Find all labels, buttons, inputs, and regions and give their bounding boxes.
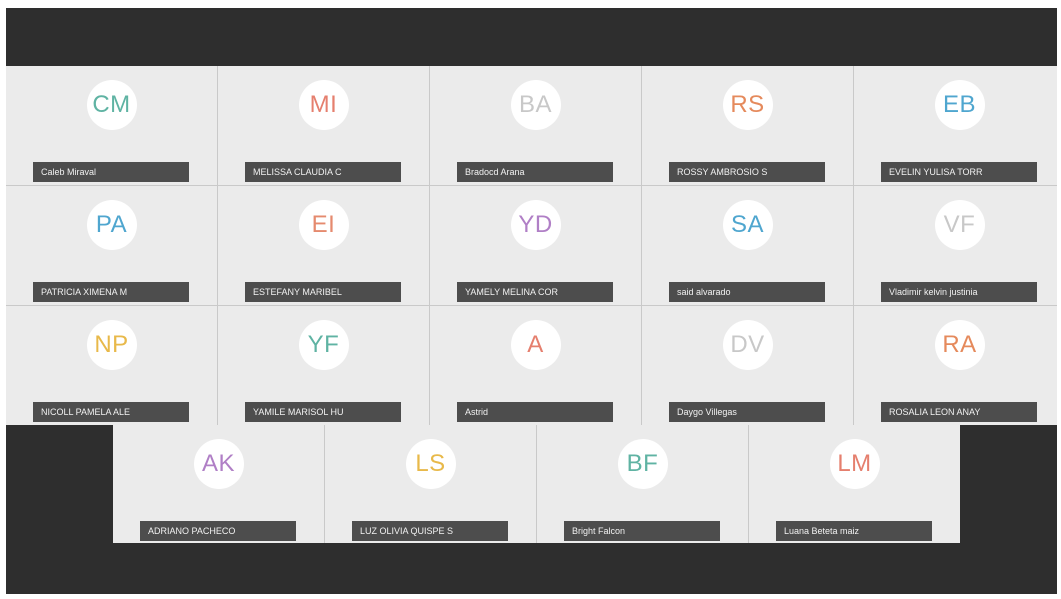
participant-tile[interactable]: BA Bradocd Arana [430, 66, 641, 185]
participant-tile[interactable]: A Astrid [430, 306, 641, 425]
participant-avatar: RA [934, 320, 985, 370]
participant-avatar: AK [193, 439, 244, 489]
participant-name-label: ROSSY AMBROSIO S [669, 162, 825, 182]
participant-avatar: LM [829, 439, 880, 489]
participant-tile[interactable]: YF YAMILE MARISOL HU [218, 306, 429, 425]
participant-tile[interactable]: EI ESTEFANY MARIBEL [218, 186, 429, 305]
participant-tile[interactable]: CM Caleb Miraval [6, 66, 217, 185]
participant-name-label: LUZ OLIVIA QUISPE S [352, 521, 508, 541]
participant-name-label: Bradocd Arana [457, 162, 613, 182]
participant-avatar: NP [86, 320, 137, 370]
participant-tile[interactable]: NP NICOLL PAMELA ALE [6, 306, 217, 425]
participant-name-label: YAMELY MELINA COR [457, 282, 613, 302]
participant-avatar: DV [722, 320, 773, 370]
participant-avatar: YD [510, 200, 561, 250]
participant-name-label: Daygo Villegas [669, 402, 825, 422]
participant-name-label: Caleb Miraval [33, 162, 189, 182]
participant-name-label: Luana Beteta maiz [776, 521, 932, 541]
participant-name-label: EVELIN YULISA TORR [881, 162, 1037, 182]
participant-tile[interactable]: PA PATRICIA XIMENA M [6, 186, 217, 305]
participant-avatar: EI [298, 200, 349, 250]
participant-name-label: Vladimir kelvin justinia [881, 282, 1037, 302]
participant-avatar: BA [510, 80, 561, 130]
participant-tile[interactable]: EB EVELIN YULISA TORR [854, 66, 1057, 185]
participant-name-label: Bright Falcon [564, 521, 720, 541]
participant-name-label: NICOLL PAMELA ALE [33, 402, 189, 422]
participant-tile[interactable]: SA said alvarado [642, 186, 853, 305]
participant-avatar: LS [405, 439, 456, 489]
participant-name-label: said alvarado [669, 282, 825, 302]
participant-avatar: SA [722, 200, 773, 250]
participant-tile[interactable]: RS ROSSY AMBROSIO S [642, 66, 853, 185]
participant-avatar: BF [617, 439, 668, 489]
participant-tile[interactable]: LM Luana Beteta maiz [749, 425, 960, 543]
participant-avatar: MI [298, 80, 349, 130]
participant-tile[interactable]: RA ROSALIA LEON ANAY [854, 306, 1057, 425]
participant-avatar: YF [298, 320, 349, 370]
participant-name-label: MELISSA CLAUDIA C [245, 162, 401, 182]
participant-tile[interactable]: AK ADRIANO PACHECO [113, 425, 324, 543]
participant-name-label: ROSALIA LEON ANAY [881, 402, 1037, 422]
participant-avatar: PA [86, 200, 137, 250]
participant-name-label: ESTEFANY MARIBEL [245, 282, 401, 302]
participant-name-label: ADRIANO PACHECO [140, 521, 296, 541]
participant-name-label: PATRICIA XIMENA M [33, 282, 189, 302]
participant-tile[interactable]: DV Daygo Villegas [642, 306, 853, 425]
participant-avatar: CM [86, 80, 137, 130]
participant-tile[interactable]: BF Bright Falcon [537, 425, 748, 543]
participant-avatar: A [510, 320, 561, 370]
participant-grid: CM Caleb Miraval MI MELISSA CLAUDIA C BA Brad… [6, 66, 1057, 425]
participant-avatar: EB [934, 80, 985, 130]
video-conference-stage: CM Caleb Miraval MI MELISSA CLAUDIA C BA Brad… [6, 8, 1057, 594]
participant-tile[interactable]: LS LUZ OLIVIA QUISPE S [325, 425, 536, 543]
participant-avatar: VF [934, 200, 985, 250]
participant-name-label: Astrid [457, 402, 613, 422]
participant-name-label: YAMILE MARISOL HU [245, 402, 401, 422]
participant-grid-last-row: AK ADRIANO PACHECO LS LUZ OLIVIA QUISPE S BF… [113, 425, 960, 543]
participant-avatar: RS [722, 80, 773, 130]
participant-tile[interactable]: YD YAMELY MELINA COR [430, 186, 641, 305]
participant-tile[interactable]: MI MELISSA CLAUDIA C [218, 66, 429, 185]
participant-tile[interactable]: VF Vladimir kelvin justinia [854, 186, 1057, 305]
